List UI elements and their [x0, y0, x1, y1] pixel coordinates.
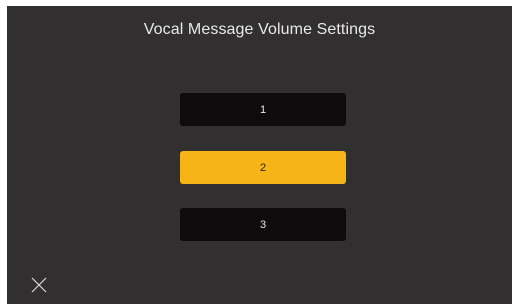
close-icon [31, 277, 47, 293]
close-button[interactable] [30, 276, 48, 294]
volume-option-label: 1 [259, 103, 267, 116]
volume-option-1[interactable]: 1 [180, 93, 346, 126]
volume-settings-screen: Vocal Message Volume Settings 1 2 3 [7, 6, 512, 304]
volume-option-label: 2 [259, 161, 267, 174]
volume-option-2[interactable]: 2 [180, 151, 346, 184]
volume-option-label: 3 [259, 218, 267, 231]
volume-option-3[interactable]: 3 [180, 208, 346, 241]
page-title: Vocal Message Volume Settings [143, 21, 376, 38]
